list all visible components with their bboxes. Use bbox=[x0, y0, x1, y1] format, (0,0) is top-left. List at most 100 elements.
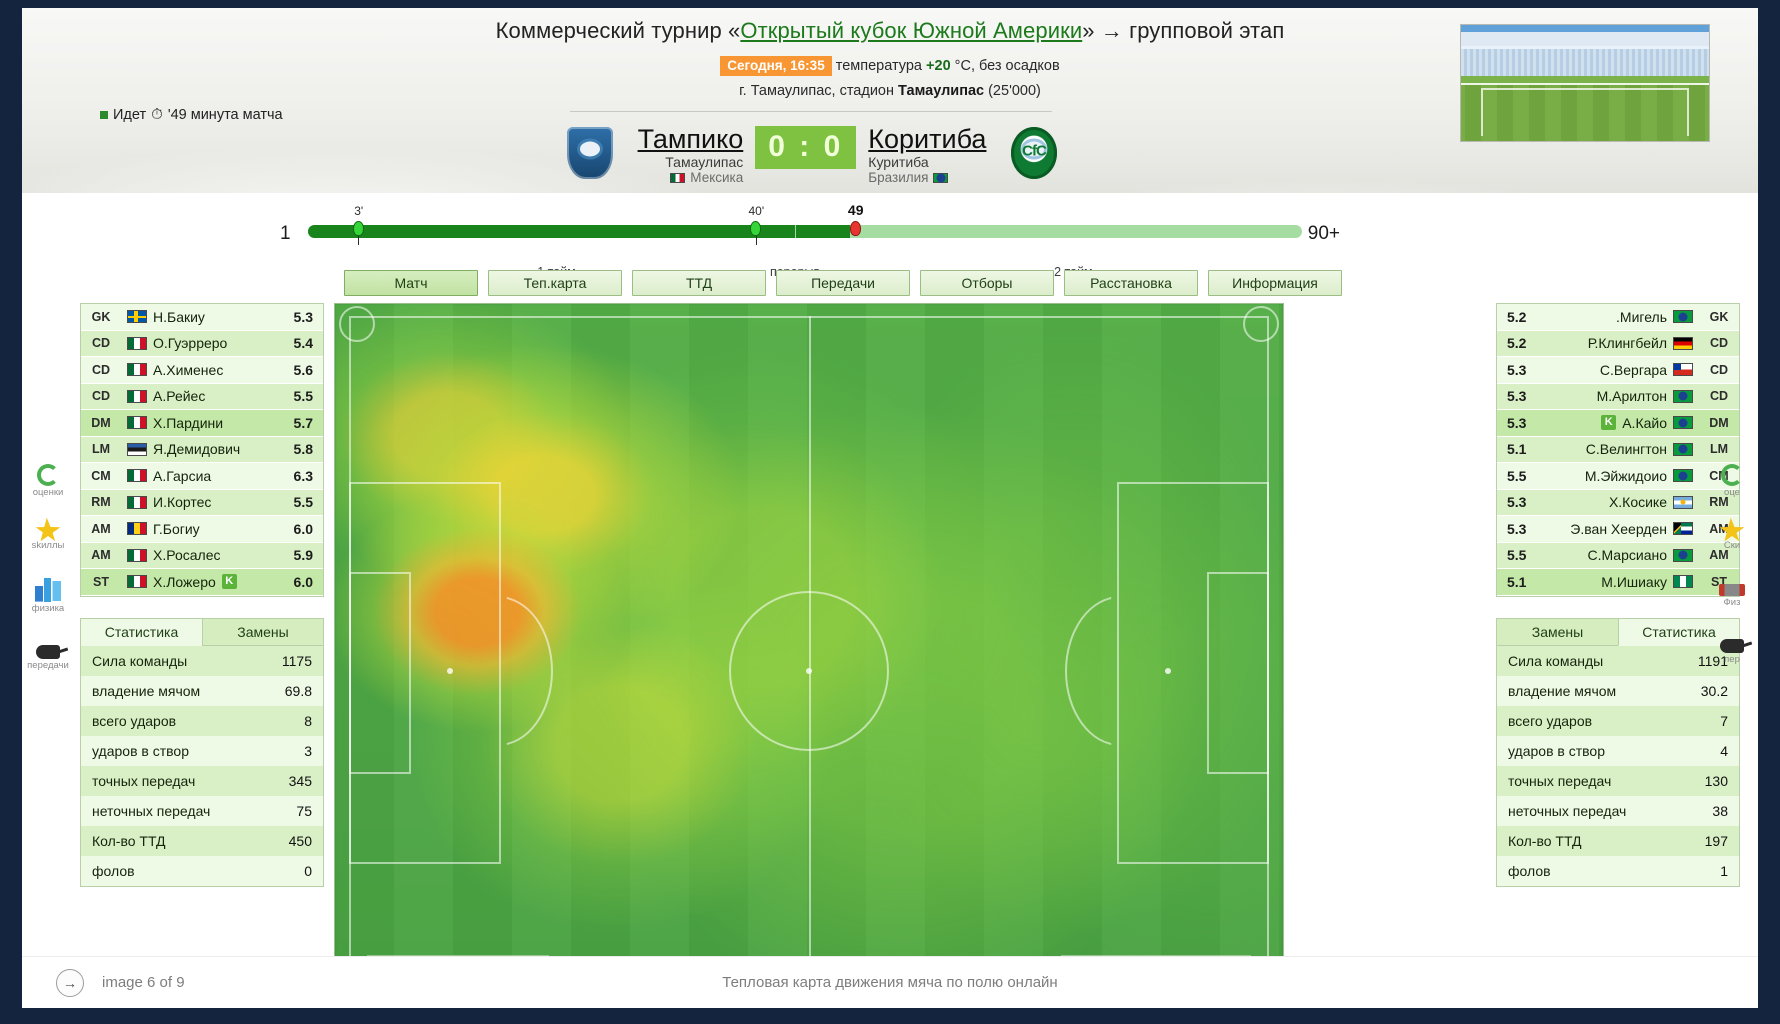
tab-heatmap[interactable]: Теп.карта bbox=[488, 270, 622, 296]
rail-item-passes[interactable]: передачи bbox=[27, 640, 69, 671]
player-rating: 6.0 bbox=[293, 520, 313, 537]
tab-ttd[interactable]: ТТД bbox=[632, 270, 766, 296]
next-image-button[interactable]: → bbox=[56, 968, 84, 997]
rail-item-fitness[interactable]: физика bbox=[32, 577, 64, 614]
table-row[interactable]: 5.1 М.Ишиаку ST bbox=[1497, 569, 1739, 596]
player-name[interactable]: Х.Росалес bbox=[153, 547, 220, 563]
table-row[interactable]: CD О.Гуэрреро 5.4 bbox=[81, 330, 323, 357]
table-row[interactable]: 5.3 Э.ван Хеерден AM bbox=[1497, 516, 1739, 543]
home-team-block: Тампико Тамаулипас Мексика bbox=[618, 124, 751, 185]
player-name[interactable]: Р.Клингбейл bbox=[1588, 335, 1667, 351]
away-country-flag-icon bbox=[933, 172, 949, 183]
player-name[interactable]: С.Вергара bbox=[1600, 362, 1667, 378]
rail-item-ratings[interactable]: оценки bbox=[32, 463, 64, 498]
stat-row: точных передач 130 bbox=[1497, 766, 1739, 796]
timeline-marker-label: 40' bbox=[748, 204, 765, 218]
table-row[interactable]: GK Н.Бакиу 5.3 bbox=[81, 304, 323, 331]
table-row[interactable]: 5.2 Р.Клингбейл CD bbox=[1497, 330, 1739, 357]
away-team-country: Бразилия bbox=[868, 170, 1006, 185]
table-row[interactable]: 5.3 С.Вергара CD bbox=[1497, 357, 1739, 384]
player-rating: 5.4 bbox=[293, 335, 313, 352]
player-rating: 5.3 bbox=[1507, 361, 1527, 378]
temperature-value: +20 bbox=[926, 57, 951, 74]
player-name[interactable]: Х.Косике bbox=[1609, 494, 1667, 510]
home-team-name[interactable]: Тампико bbox=[618, 124, 744, 153]
table-row[interactable]: AM Х.Росалес 5.9 bbox=[81, 542, 323, 569]
table-row[interactable]: CD А.Рейес 5.5 bbox=[81, 383, 323, 410]
tab-tackles[interactable]: Отборы bbox=[920, 270, 1054, 296]
player-position: AM bbox=[91, 548, 111, 563]
timeline-marker[interactable]: 3' bbox=[352, 204, 365, 245]
table-row[interactable]: 5.3 K А.Кайо DM bbox=[1497, 410, 1739, 437]
stat-value: 30.2 bbox=[1700, 683, 1728, 699]
away-tab-substitutions[interactable]: Замены bbox=[1497, 619, 1618, 646]
player-position: CD bbox=[91, 389, 111, 404]
player-name[interactable]: Г.Богиу bbox=[153, 521, 200, 537]
tab-formation[interactable]: Расстановка bbox=[1064, 270, 1198, 296]
player-name[interactable]: А.Кайо bbox=[1622, 415, 1667, 431]
rail-label: передачи bbox=[27, 660, 69, 672]
stat-label: Сила команды bbox=[92, 653, 188, 669]
rail-item-passes[interactable]: пер bbox=[1720, 634, 1744, 665]
player-rating: 6.0 bbox=[293, 573, 313, 590]
player-name[interactable]: С.Марсиано bbox=[1587, 547, 1667, 563]
tab-match[interactable]: Матч bbox=[344, 270, 478, 296]
venue-name: Тамаулипас bbox=[898, 83, 985, 99]
player-name[interactable]: Э.ван Хеерден bbox=[1570, 521, 1667, 537]
live-minute: '49 минута матча bbox=[167, 106, 283, 123]
player-name[interactable]: Н.Бакиу bbox=[153, 309, 205, 325]
timeline-current-label: 49 bbox=[847, 202, 864, 218]
table-row[interactable]: CM А.Гарсиа 6.3 bbox=[81, 463, 323, 490]
player-name[interactable]: М.Эйжидоио bbox=[1585, 468, 1667, 484]
table-row[interactable]: 5.3 Х.Косике RM bbox=[1497, 489, 1739, 516]
table-row[interactable]: RM И.Кортес 5.5 bbox=[81, 489, 323, 516]
player-name[interactable]: Х.Пардини bbox=[153, 415, 223, 431]
player-name[interactable]: А.Рейес bbox=[153, 388, 205, 404]
table-row[interactable]: 5.5 С.Марсиано AM bbox=[1497, 542, 1739, 569]
player-name[interactable]: А.Хименес bbox=[153, 362, 223, 378]
table-row[interactable]: 5.5 М.Эйжидоио CM bbox=[1497, 463, 1739, 490]
player-name[interactable]: М.Ишиаку bbox=[1601, 574, 1667, 590]
away-crest-letters: CfC bbox=[1022, 142, 1047, 160]
rail-item-fitness[interactable]: Физ bbox=[1719, 578, 1745, 608]
timeline-track[interactable]: 3' 40' 49 1 тайм перерыв 2 тайм bbox=[308, 202, 1302, 279]
table-row[interactable]: ST Х.Ложеро K 6.0 bbox=[81, 569, 323, 596]
tournament-link[interactable]: Открытый кубок Южной Америки bbox=[740, 18, 1082, 43]
player-rating: 5.1 bbox=[1507, 441, 1527, 458]
rail-item-skills[interactable]: skиллы bbox=[32, 520, 64, 551]
stat-label: Сила команды bbox=[1508, 653, 1604, 669]
player-position: RM bbox=[91, 495, 111, 510]
player-name[interactable]: О.Гуэрреро bbox=[153, 335, 227, 351]
table-row[interactable]: DM Х.Пардини 5.7 bbox=[81, 410, 323, 437]
table-row[interactable]: 5.1 С.Велингтон LM bbox=[1497, 436, 1739, 463]
home-tab-statistics[interactable]: Статистика bbox=[81, 619, 202, 646]
stat-row: неточных передач 75 bbox=[81, 796, 323, 826]
tab-passes[interactable]: Передачи bbox=[776, 270, 910, 296]
player-name[interactable]: .Мигель bbox=[1616, 309, 1667, 325]
heatmap-pitch[interactable]: Болею за Тампико! Болею за Коритиба! bbox=[334, 303, 1284, 1008]
rail-label: оценки bbox=[32, 487, 64, 498]
rail-item-skills[interactable]: Ски bbox=[1719, 520, 1745, 551]
timeline-marker[interactable]: 40' bbox=[749, 204, 764, 245]
table-row[interactable]: AM Г.Богиу 6.0 bbox=[81, 516, 323, 543]
stat-label: ударов в створ bbox=[1508, 743, 1605, 759]
table-row[interactable]: CD А.Хименес 5.6 bbox=[81, 357, 323, 384]
match-timeline[interactable]: 1 90+ 3' 40' 49 1 тайм перерыв bbox=[280, 202, 1340, 279]
player-name[interactable]: Х.Ложеро bbox=[153, 574, 216, 590]
player-name[interactable]: С.Велингтон bbox=[1586, 441, 1667, 457]
stat-row: Кол-во ТТД 197 bbox=[1497, 826, 1739, 856]
table-row[interactable]: 5.3 М.Арилтон CD bbox=[1497, 383, 1739, 410]
player-name[interactable]: И.Кортес bbox=[153, 494, 211, 510]
tab-information[interactable]: Информация bbox=[1208, 270, 1342, 296]
table-row[interactable]: LM Я.Демидович 5.8 bbox=[81, 436, 323, 463]
rail-item-ratings[interactable]: оце bbox=[1721, 463, 1743, 498]
right-icon-rail: оце Ски Физ пер bbox=[1710, 463, 1754, 666]
player-name[interactable]: М.Арилтон bbox=[1597, 388, 1667, 404]
player-name[interactable]: А.Гарсиа bbox=[153, 468, 211, 484]
player-rating: 5.3 bbox=[1507, 414, 1527, 431]
player-name[interactable]: Я.Демидович bbox=[153, 441, 240, 457]
home-tab-substitutions[interactable]: Замены bbox=[202, 619, 323, 646]
table-row[interactable]: 5.2 .Мигель GK bbox=[1497, 304, 1739, 331]
timeline-current-marker[interactable]: 49 bbox=[848, 202, 864, 242]
away-team-name[interactable]: Коритиба bbox=[868, 124, 1006, 153]
